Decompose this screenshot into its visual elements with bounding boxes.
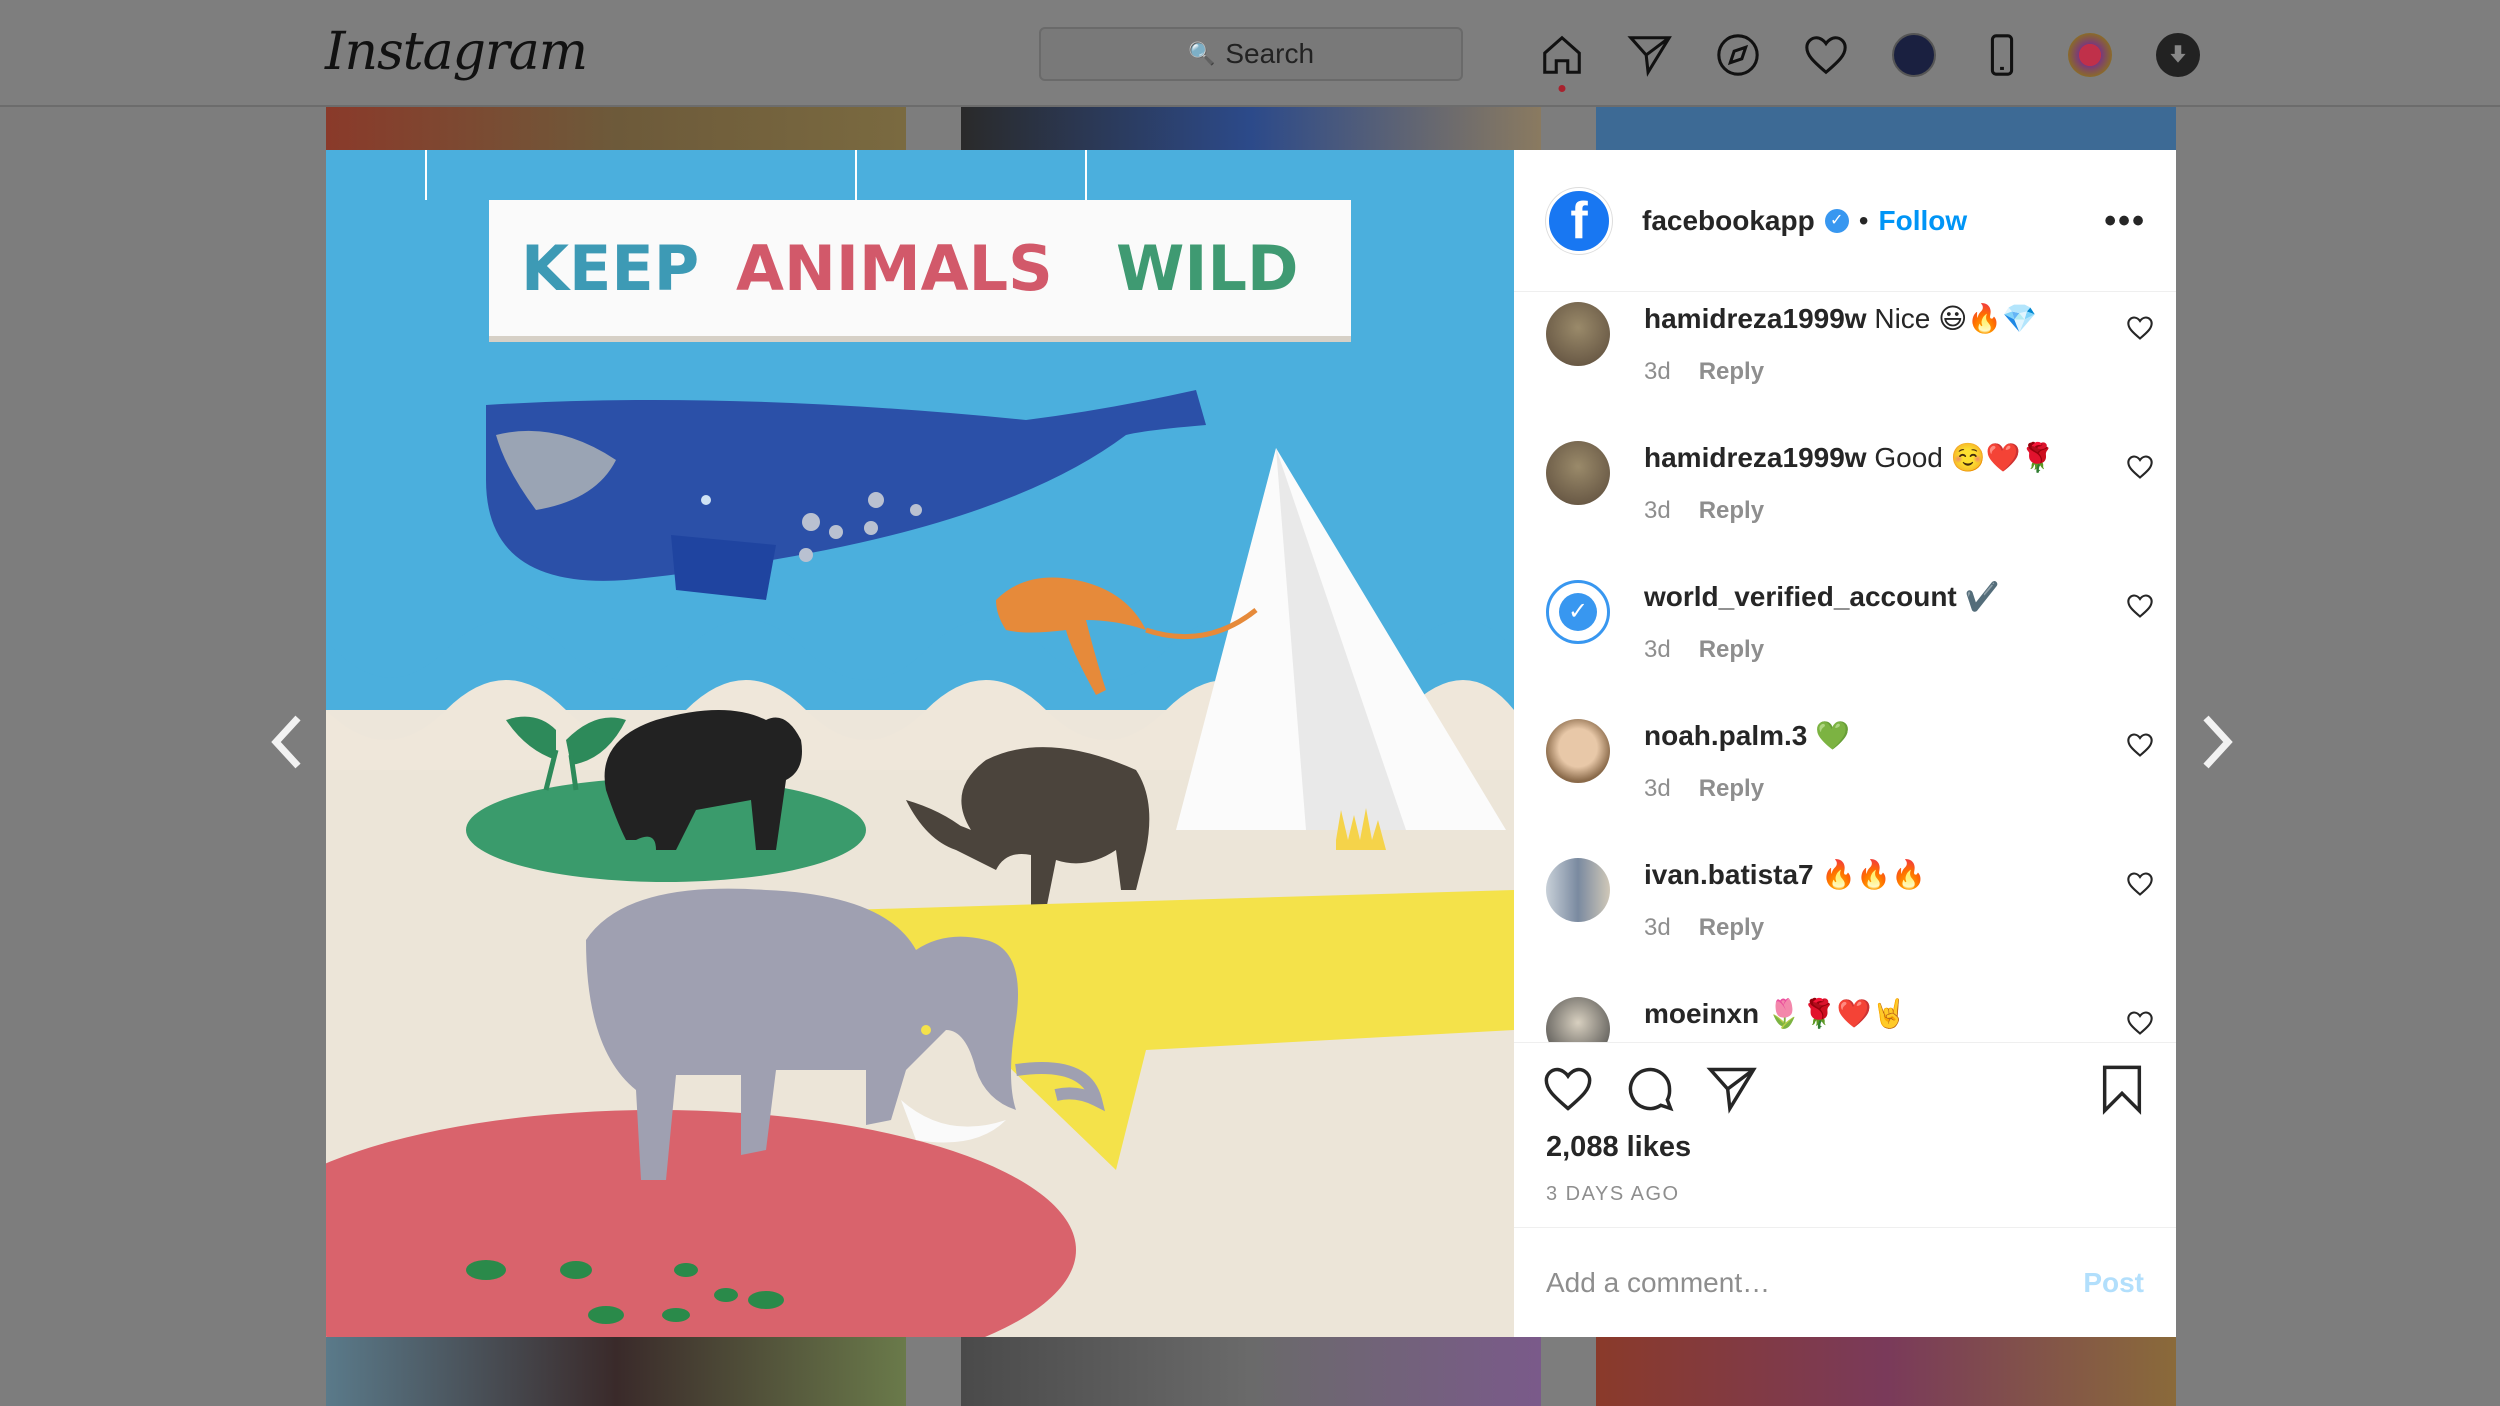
follow-button[interactable]: Follow — [1879, 205, 1968, 237]
verified-avatar-icon: ✓ — [1559, 593, 1597, 631]
grid-thumbnail[interactable] — [1596, 107, 2176, 150]
commenter-avatar[interactable]: ✓ — [1546, 580, 1610, 644]
comment-username[interactable]: world_verified_account — [1644, 581, 1957, 612]
comment-like-icon[interactable] — [2126, 592, 2154, 620]
comment-item: moeinxn 🌷🌹❤️🤘 — [1546, 987, 2176, 1042]
add-comment-bar: Post — [1514, 1227, 2176, 1338]
post-header: f facebookapp ✓ • Follow ••• — [1514, 150, 2176, 292]
comment-text: 🔥🔥🔥 — [1821, 859, 1927, 890]
post-modal: KEEP ANIMALS WILD f facebookapp ✓ • Foll… — [326, 150, 2176, 1337]
comment-username[interactable]: moeinxn — [1644, 998, 1759, 1029]
separator: • — [1858, 204, 1869, 236]
like-icon[interactable] — [1542, 1063, 1594, 1115]
extension-icon[interactable] — [2046, 28, 2134, 82]
commenter-avatar[interactable] — [1546, 997, 1610, 1042]
post-image[interactable]: KEEP ANIMALS WILD — [326, 150, 1514, 1337]
post-comment-button[interactable]: Post — [2083, 1267, 2144, 1299]
image-title-animals: ANIMALS — [736, 232, 1053, 305]
profile-avatar[interactable] — [1870, 28, 1958, 82]
direct-icon[interactable] — [1606, 28, 1694, 82]
comment-username[interactable]: hamidreza1999w — [1644, 303, 1867, 334]
comment-text: Good ☺️❤️🌹 — [1874, 442, 2056, 473]
reply-button[interactable]: Reply — [1699, 636, 1764, 663]
grid-thumbnail[interactable] — [961, 107, 1541, 150]
search-icon: 🔍 — [1187, 41, 1216, 66]
comment-like-icon[interactable] — [2126, 870, 2154, 898]
comments-list[interactable]: hamidreza1999w Nice 😃🔥💎 3d Reply hamidrez… — [1514, 292, 2176, 1042]
verified-badge-icon: ✓ — [1824, 208, 1849, 233]
post-illustration: KEEP ANIMALS WILD — [326, 150, 1514, 1337]
comment-time: 3d — [1644, 636, 1671, 663]
post-actions: 2,088 likes 3 DAYS AGO Post — [1514, 1042, 2176, 1337]
comment-icon[interactable] — [1624, 1063, 1676, 1115]
grid-thumbnail[interactable] — [1596, 1337, 2176, 1406]
comment-item: ivan.batista7 🔥🔥🔥 3d Reply — [1546, 848, 2176, 987]
post-timestamp: 3 DAYS AGO — [1546, 1183, 1680, 1205]
comment-username[interactable]: noah.palm.3 — [1644, 720, 1807, 751]
commenter-avatar[interactable] — [1546, 858, 1610, 922]
top-navigation-bar: Instagram 🔍 Search — [0, 0, 2500, 107]
reply-button[interactable]: Reply — [1699, 914, 1764, 941]
share-icon[interactable] — [1706, 1063, 1758, 1115]
post-sidebar: f facebookapp ✓ • Follow ••• hamidreza19… — [1514, 150, 2176, 1337]
comment-time: 3d — [1644, 914, 1671, 941]
comment-username[interactable]: hamidreza1999w — [1644, 442, 1867, 473]
search-box[interactable]: 🔍 Search — [1039, 27, 1463, 81]
comment-text: ✔️ — [1964, 581, 2000, 612]
comment-item: hamidreza1999w Good ☺️❤️🌹 3d Reply — [1546, 431, 2176, 570]
commenter-avatar[interactable] — [1546, 719, 1610, 783]
comment-item: hamidreza1999w Nice 😃🔥💎 3d Reply — [1546, 292, 2176, 431]
image-title-wild: WILD — [1116, 232, 1298, 305]
comment-like-icon[interactable] — [2126, 453, 2154, 481]
phone-icon[interactable] — [1958, 28, 2046, 82]
previous-arrow-icon[interactable] — [268, 712, 308, 772]
reply-button[interactable]: Reply — [1699, 497, 1764, 524]
author-username[interactable]: facebookapp — [1642, 205, 1815, 237]
comment-item: ✓ world_verified_account ✔️ 3d Reply — [1546, 570, 2176, 709]
save-button[interactable] — [2096, 1063, 2148, 1120]
comment-input[interactable] — [1546, 1267, 2084, 1299]
comment-item: noah.palm.3 💚 3d Reply — [1546, 709, 2176, 848]
comment-text: Nice 😃🔥💎 — [1874, 303, 2038, 334]
image-title-keep: KEEP — [521, 232, 699, 305]
nav-icons — [1518, 28, 2222, 92]
activity-icon[interactable] — [1782, 28, 1870, 82]
download-icon[interactable] — [2134, 28, 2222, 82]
grid-thumbnail[interactable] — [326, 107, 906, 150]
author-avatar[interactable]: f — [1546, 187, 1612, 254]
comment-time: 3d — [1644, 358, 1671, 385]
likes-count[interactable]: 2,088 likes — [1546, 1131, 1691, 1164]
bookmark-icon[interactable] — [2096, 1063, 2148, 1115]
commenter-avatar[interactable] — [1546, 302, 1610, 366]
instagram-logo[interactable]: Instagram — [325, 22, 588, 82]
comment-time: 3d — [1644, 775, 1671, 802]
search-placeholder: Search — [1225, 38, 1315, 69]
comment-like-icon[interactable] — [2126, 314, 2154, 342]
active-indicator — [1558, 85, 1566, 92]
grid-thumbnail[interactable] — [961, 1337, 1541, 1406]
reply-button[interactable]: Reply — [1699, 775, 1764, 802]
comment-like-icon[interactable] — [2126, 731, 2154, 759]
more-options-icon[interactable]: ••• — [2104, 202, 2146, 241]
action-buttons — [1542, 1063, 1758, 1115]
comment-text: 💚 — [1815, 720, 1851, 751]
comment-time: 3d — [1644, 497, 1671, 524]
comment-text: 🌷🌹❤️🤘 — [1766, 998, 1907, 1029]
next-arrow-icon[interactable] — [2196, 712, 2236, 772]
grid-thumbnail[interactable] — [326, 1337, 906, 1406]
commenter-avatar[interactable] — [1546, 441, 1610, 505]
home-icon[interactable] — [1518, 28, 1606, 92]
comment-username[interactable]: ivan.batista7 — [1644, 859, 1814, 890]
reply-button[interactable]: Reply — [1699, 358, 1764, 385]
comment-like-icon[interactable] — [2126, 1009, 2154, 1037]
explore-icon[interactable] — [1694, 28, 1782, 82]
